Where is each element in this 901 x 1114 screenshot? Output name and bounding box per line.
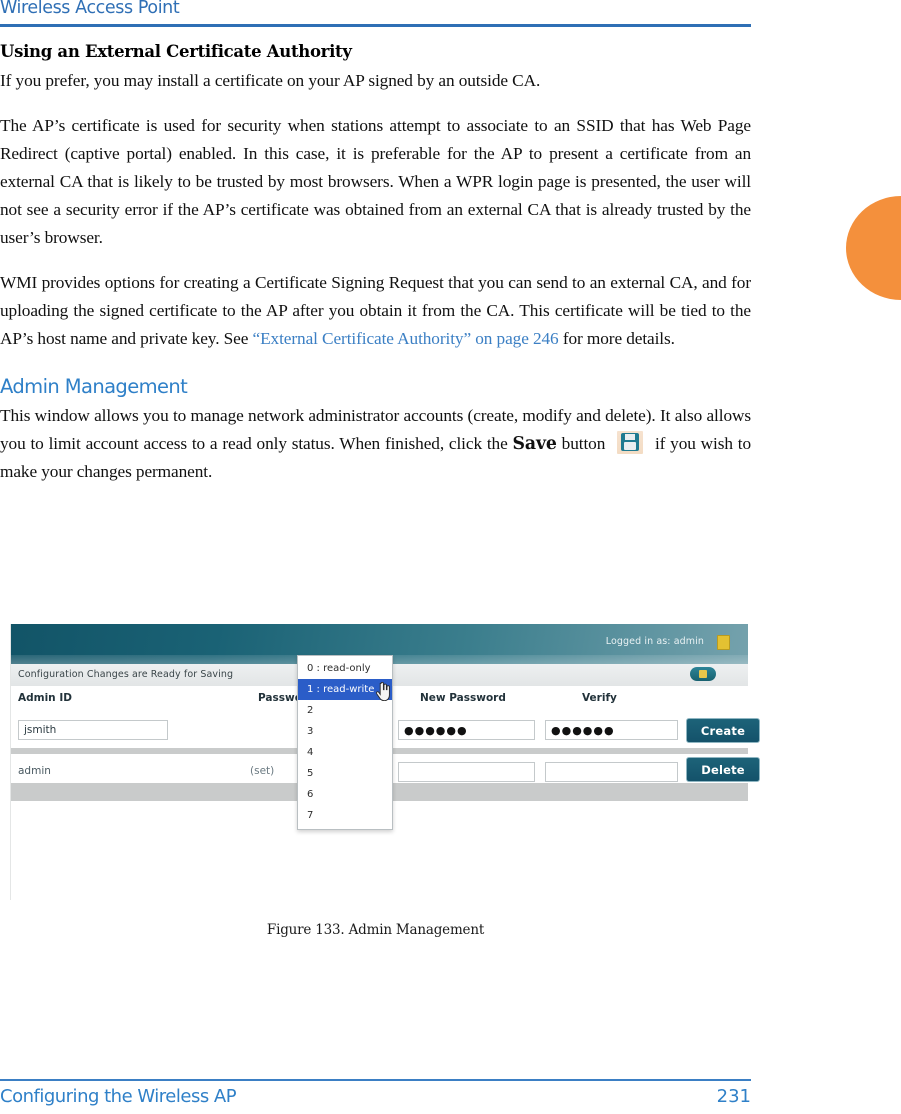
page-running-head: Wireless Access Point: [0, 0, 751, 30]
create-button[interactable]: Create: [686, 718, 760, 743]
paragraph-admin-text-b: button: [556, 434, 611, 453]
dropdown-option-5[interactable]: 5: [298, 763, 392, 784]
wmi-screenshot: Logged in as: admin Configuration Change…: [10, 624, 760, 900]
verify-password-input-row2[interactable]: [545, 762, 678, 782]
admin-id-input-row1[interactable]: jsmith: [18, 720, 168, 740]
header-divider-rule: [0, 24, 751, 27]
footer-chapter-title: Configuring the Wireless AP: [0, 1086, 237, 1107]
column-header-verify: Verify: [582, 692, 617, 704]
chapter-thumb-tab: [846, 196, 901, 300]
dropdown-option-6[interactable]: 6: [298, 784, 392, 805]
new-password-input-row1[interactable]: ●●●●●●: [398, 720, 535, 740]
paragraph-admin-management: This window allows you to manage network…: [0, 402, 751, 486]
footer-divider-rule: [0, 1079, 751, 1081]
save-button-name-emphasis: Save: [512, 434, 557, 454]
footer-page-number: 231: [716, 1086, 751, 1107]
subsection-heading-external-ca: Using an External Certificate Authority: [0, 42, 352, 61]
logged-in-status: Logged in as: admin: [605, 636, 704, 647]
dropdown-option-2[interactable]: 2: [298, 700, 392, 721]
figure-admin-management: Logged in as: admin Configuration Change…: [10, 624, 760, 900]
configuration-status-text: Configuration Changes are Ready for Savi…: [18, 669, 234, 680]
section-heading-admin-management: Admin Management: [0, 375, 188, 398]
privilege-level-dropdown-list[interactable]: 0 : read-only 1 : read-write 2 3 4 5 6 7: [297, 655, 393, 830]
page-footer: Configuring the Wireless AP 231: [0, 1086, 751, 1114]
hand-pointer-cursor: [376, 682, 390, 701]
column-header-new-password: New Password: [420, 692, 506, 704]
save-badge-icon[interactable]: [690, 667, 716, 681]
admin-id-value-row2: admin: [18, 765, 51, 777]
verify-password-input-row1[interactable]: ●●●●●●: [545, 720, 678, 740]
paragraph-intro: If you prefer, you may install a certifi…: [0, 71, 541, 90]
dropdown-option-7[interactable]: 7: [298, 805, 392, 826]
new-password-input-row2[interactable]: [398, 762, 535, 782]
page-content: Using an External Certificate Authority …: [0, 42, 751, 503]
password-state-row2: (set): [250, 765, 275, 777]
paragraph-wmi-text-b: for more details.: [558, 329, 675, 348]
new-password-masked-value: ●●●●●●: [404, 724, 468, 737]
verify-password-masked-value: ●●●●●●: [551, 724, 615, 737]
dropdown-option-0[interactable]: 0 : read-only: [298, 658, 392, 679]
save-floppy-icon: [617, 431, 644, 454]
paragraph-wmi-options: WMI provides options for creating a Cert…: [0, 269, 751, 353]
paragraph-certificate-usage: The AP’s certificate is used for securit…: [0, 116, 751, 247]
user-badge-icon[interactable]: [717, 635, 730, 650]
figure-caption: Figure 133. Admin Management: [266, 922, 485, 938]
delete-button[interactable]: Delete: [686, 757, 760, 782]
column-header-admin-id: Admin ID: [18, 692, 72, 704]
dropdown-option-4[interactable]: 4: [298, 742, 392, 763]
dropdown-option-3[interactable]: 3: [298, 721, 392, 742]
cross-reference-link[interactable]: “External Certificate Authority” on page…: [253, 329, 559, 348]
running-head-title: Wireless Access Point: [0, 0, 180, 18]
